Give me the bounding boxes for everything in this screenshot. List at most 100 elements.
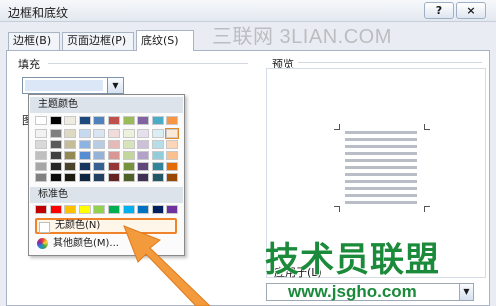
theme-colors-header: 主题颜色 [30,97,183,113]
theme-color-swatch[interactable] [108,151,120,160]
preview-line [345,187,417,190]
standard-color-swatch[interactable] [93,205,106,214]
theme-color-swatch[interactable] [137,129,150,138]
preview-separator [298,62,482,63]
preview-corner-br [424,206,430,212]
watermark-top: 三联网 3LIAN.COM [212,26,392,48]
theme-color-swatch[interactable] [137,140,150,149]
theme-color-swatch[interactable] [93,151,106,160]
standard-color-swatch[interactable] [166,205,179,214]
standard-color-swatch[interactable] [78,205,91,214]
standard-color-swatch[interactable] [137,205,150,214]
theme-color-swatch[interactable] [78,151,91,160]
tab-borders[interactable]: 边框(B) [8,32,60,50]
theme-color-swatch[interactable] [35,140,47,149]
theme-color-swatch[interactable] [49,116,62,125]
theme-color-swatch[interactable] [151,151,164,160]
more-colors-label: 其他颜色(M)... [53,238,119,249]
standard-colors-header: 标准色 [30,187,183,203]
preview-line [345,152,417,155]
theme-color-swatch[interactable] [122,116,135,125]
theme-color-swatch[interactable] [108,162,120,171]
fill-color-swatch [25,80,103,91]
theme-color-swatch[interactable] [166,173,179,182]
preview-corner-tl [334,124,340,130]
tab-shading[interactable]: 底纹(S) [136,30,194,51]
theme-color-swatch[interactable] [35,173,47,182]
fill-separator [48,63,248,64]
theme-color-swatch[interactable] [151,162,164,171]
no-color-item[interactable]: 无颜色(N) [35,218,177,234]
theme-color-swatch[interactable] [151,116,164,125]
theme-color-swatch[interactable] [122,151,135,160]
preview-line [345,131,417,134]
close-button[interactable]: × [456,2,486,19]
theme-color-swatch[interactable] [49,151,62,160]
theme-color-swatch[interactable] [166,162,179,171]
theme-color-swatch[interactable] [49,162,62,171]
theme-color-swatch[interactable] [151,173,164,182]
standard-color-swatch[interactable] [64,205,77,214]
watermark-brand: 技术员联盟 [265,240,440,280]
standard-color-swatch[interactable] [35,205,47,214]
preview-corner-tr [424,124,430,130]
more-colors-item[interactable]: 其他颜色(M)... [35,236,177,252]
theme-color-swatch[interactable] [78,129,91,138]
window-title: 边框和底纹 [8,6,69,20]
theme-color-swatch[interactable] [78,116,91,125]
theme-color-swatch[interactable] [137,162,150,171]
no-color-icon [39,222,50,233]
preview-corner-bl [334,206,340,212]
theme-color-swatch[interactable] [78,162,91,171]
theme-color-swatch[interactable] [137,151,150,160]
theme-color-swatch[interactable] [64,116,77,125]
theme-color-swatch[interactable] [151,140,164,149]
theme-color-swatch[interactable] [35,129,47,138]
theme-color-swatch[interactable] [35,116,47,125]
theme-color-swatch[interactable] [64,151,77,160]
help-button[interactable]: ? [424,2,454,19]
theme-color-swatch[interactable] [108,116,120,125]
theme-color-swatch[interactable] [137,116,150,125]
theme-color-swatch[interactable] [93,140,106,149]
theme-color-swatch[interactable] [78,173,91,182]
theme-color-swatch[interactable] [35,151,47,160]
tab-page-border[interactable]: 页面边框(P) [62,32,134,50]
title-bar: 边框和底纹 ? × [0,0,496,22]
theme-color-swatch[interactable] [108,129,120,138]
preview-line [345,159,417,162]
theme-color-swatch[interactable] [122,162,135,171]
theme-color-swatch[interactable] [93,129,106,138]
theme-color-swatch[interactable] [166,151,179,160]
theme-color-swatch[interactable] [137,173,150,182]
theme-color-swatch[interactable] [35,162,47,171]
theme-color-swatch[interactable] [64,173,77,182]
theme-color-swatch[interactable] [108,140,120,149]
fill-color-combo[interactable]: ▼ [22,77,124,94]
theme-color-swatch[interactable] [166,140,179,149]
theme-color-swatch[interactable] [108,173,120,182]
theme-color-swatch[interactable] [78,140,91,149]
theme-color-swatch[interactable] [93,162,106,171]
theme-color-swatch[interactable] [166,116,179,125]
standard-color-swatch[interactable] [108,205,120,214]
theme-color-swatch[interactable] [49,173,62,182]
theme-color-swatch[interactable] [64,162,77,171]
theme-color-swatch[interactable] [49,129,62,138]
standard-color-swatch[interactable] [151,205,164,214]
theme-color-swatch[interactable] [49,140,62,149]
theme-color-swatch[interactable] [122,173,135,182]
theme-color-swatch[interactable] [64,129,77,138]
chevron-down-icon[interactable]: ▼ [459,284,473,300]
theme-color-swatch[interactable] [93,173,106,182]
standard-color-swatch[interactable] [122,205,135,214]
theme-color-swatch[interactable] [93,116,106,125]
theme-color-swatch[interactable] [122,140,135,149]
chevron-down-icon[interactable]: ▼ [107,78,123,93]
theme-color-swatch[interactable] [165,128,180,139]
standard-color-swatch[interactable] [49,205,62,214]
theme-color-swatch[interactable] [64,140,77,149]
theme-color-swatch[interactable] [122,129,135,138]
preview-line [345,145,417,148]
theme-color-swatch[interactable] [151,129,164,138]
